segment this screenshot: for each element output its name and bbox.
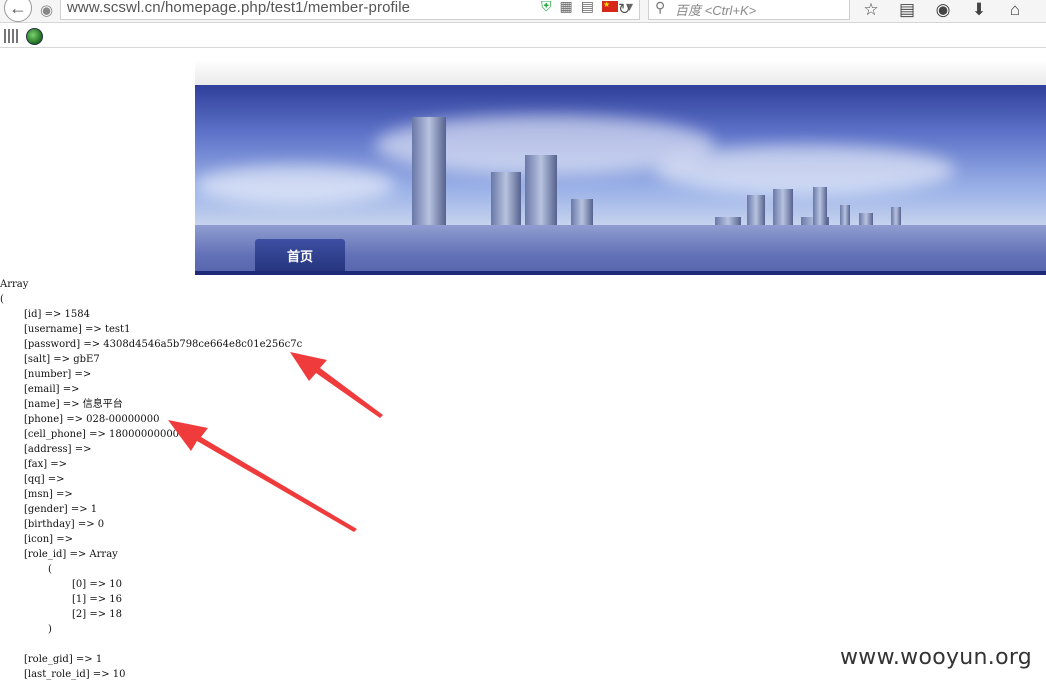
dump-line: [1] => 16 — [72, 594, 123, 605]
dump-line: ( — [0, 294, 4, 305]
dump-line: [phone] => 028-00000000 — [24, 414, 160, 425]
search-icon: ⚲ — [655, 0, 666, 15]
dump-line: [role_id] => Array — [24, 549, 118, 560]
dump-line: [qq] => — [24, 474, 65, 485]
back-arrow-icon[interactable]: ← — [4, 0, 32, 22]
download-icon[interactable]: ⬇ — [970, 0, 988, 20]
dump-line: [2] => 18 — [72, 609, 123, 620]
dump-line: [id] => 1584 — [24, 309, 90, 320]
banner-header-strip — [195, 60, 1046, 86]
dump-line: Array — [0, 279, 29, 290]
url-text[interactable]: www.scswl.cn/homepage.php/test1/member-p… — [67, 0, 410, 16]
dump-line: ) — [48, 624, 52, 635]
reader-view-icon[interactable]: ▤ — [581, 0, 594, 15]
nav-home-tab[interactable]: 首页 — [255, 239, 345, 271]
dump-line: [username] => test1 — [24, 324, 131, 335]
watermark: www.wooyun.org — [840, 645, 1033, 670]
dump-line: [birthday] => 0 — [24, 519, 105, 530]
site-banner: 首页 — [195, 85, 1046, 275]
dump-line: [salt] => gbE7 — [24, 354, 100, 365]
qr-code-icon[interactable]: ▦ — [560, 0, 573, 15]
address-bar[interactable]: www.scswl.cn/homepage.php/test1/member-p… — [60, 0, 640, 20]
red-arrow-phone — [168, 420, 357, 532]
pocket-icon[interactable]: ◉ — [934, 0, 952, 20]
home-icon[interactable]: ⌂ — [1006, 0, 1024, 20]
green-extension-icon[interactable] — [26, 28, 43, 45]
dump-line: [icon] => — [24, 534, 73, 545]
dump-line: [email] => — [24, 384, 80, 395]
bookmark-star-icon[interactable]: ☆ — [862, 0, 880, 20]
china-flag-icon[interactable] — [601, 0, 618, 12]
dump-line: ( — [48, 564, 52, 575]
dump-line: [cell_phone] => 18000000000 — [24, 429, 180, 440]
toolbar-divider — [0, 47, 1046, 48]
search-placeholder: 百度 <Ctrl+K> — [675, 3, 757, 18]
globe-icon: ◉ — [40, 2, 54, 19]
qr-extension-icon[interactable] — [4, 29, 18, 43]
dump-line: [address] => — [24, 444, 92, 455]
reload-icon[interactable]: ↻ — [618, 0, 631, 18]
red-arrow-password — [290, 352, 383, 418]
browser-toolbar: ← ◉ www.scswl.cn/homepage.php/test1/memb… — [0, 0, 1046, 23]
dump-line: [last_role_id] => 10 — [24, 669, 126, 680]
dump-line: [fax] => — [24, 459, 68, 470]
search-box[interactable]: ⚲ 百度 <Ctrl+K> — [648, 0, 850, 20]
dump-line: [0] => 10 — [72, 579, 123, 590]
dump-line: [role_gid] => 1 — [24, 654, 103, 665]
reading-list-icon[interactable]: ▤ — [898, 0, 916, 20]
dump-line: [number] => — [24, 369, 92, 380]
shield-icon[interactable]: ⛨ — [541, 0, 552, 15]
dump-line: [gender] => 1 — [24, 504, 98, 515]
dump-line: [msn] => — [24, 489, 73, 500]
dump-line: [name] => 信息平台 — [24, 399, 123, 410]
dump-line: [password] => 4308d4546a5b798ce664e8c01e… — [24, 339, 303, 350]
